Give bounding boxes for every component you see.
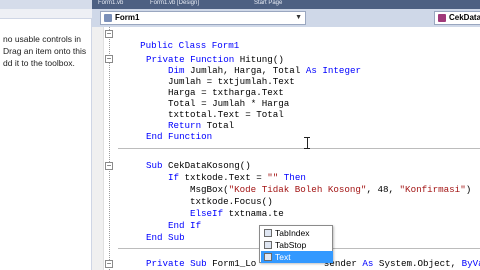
text-cursor-icon <box>304 137 310 149</box>
editor-margin <box>92 27 104 270</box>
procedure-separator <box>118 148 480 149</box>
collapse-icon[interactable]: − <box>105 260 113 268</box>
code-token: txtkode.Focus() <box>190 196 273 207</box>
code-token: Jumlah, Harga, Total <box>184 65 306 76</box>
collapse-icon[interactable]: − <box>105 162 113 170</box>
toolbox-message-line: Drag an item onto this <box>3 46 87 56</box>
code-token: txtnama.te <box>223 208 284 219</box>
code-line: ElseIf txtnama.te <box>190 208 284 219</box>
code-token: System.Object, <box>373 258 462 269</box>
property-icon <box>264 229 272 237</box>
code-token: End If <box>168 220 202 231</box>
code-token: txttotal.Text = Total <box>168 109 284 120</box>
code-token: ByVal <box>461 258 480 269</box>
intellisense-item-selected[interactable]: Text <box>261 251 333 263</box>
code-navigation-bar: Form1 ▼ CekDataKosong <box>92 9 480 27</box>
code-token: As Integer <box>305 65 361 76</box>
code-token: Private Sub <box>146 258 207 269</box>
intellisense-item-label: TabIndex <box>275 228 310 238</box>
code-token: Then <box>278 172 306 183</box>
tab-start-page[interactable]: Start Page <box>250 0 320 8</box>
code-token: Sub <box>146 160 163 171</box>
code-line: Harga = txtharga.Text <box>168 87 284 98</box>
code-token: ElseIf <box>190 208 224 219</box>
code-line: txttotal.Text = Total <box>168 109 284 120</box>
code-line: Total = Jumlah * Harga <box>168 98 289 109</box>
code-line: If txtkode.Text = "" Then <box>168 172 306 183</box>
code-token: End Function <box>146 131 213 142</box>
collapse-icon[interactable]: − <box>105 55 113 63</box>
toolbox-strip <box>0 9 92 19</box>
code-token: If <box>168 172 180 183</box>
code-token: Total = Jumlah * Harga <box>168 98 290 109</box>
method-icon <box>438 14 446 22</box>
code-token: Form1_Lo <box>206 258 257 269</box>
code-token: MsgBox( <box>190 184 229 195</box>
code-line: MsgBox("Kode Tidak Boleh Kosong", 48, "K… <box>190 184 471 195</box>
intellisense-popup: TabIndex TabStop Text <box>259 225 333 263</box>
chevron-down-icon[interactable]: ▼ <box>295 12 302 24</box>
intellisense-item[interactable]: TabStop <box>261 239 333 251</box>
property-icon <box>264 253 272 261</box>
code-token: Public Class Form1 <box>140 40 240 51</box>
method-name-dropdown[interactable]: CekDataKosong <box>434 11 480 25</box>
code-line: Dim Jumlah, Harga, Total As Integer <box>168 65 361 76</box>
outline-guide <box>109 27 110 270</box>
code-token: End Sub <box>146 232 185 243</box>
tab-form1-code[interactable]: Form1.vb <box>94 0 142 8</box>
intellisense-item-label: TabStop <box>275 240 307 250</box>
code-token: Dim <box>168 65 185 76</box>
code-token: , 48, <box>366 184 400 195</box>
code-token: Jumlah = txtjumlah.Text <box>168 76 295 87</box>
toolbox-message-line: dd it to the toolbox. <box>3 58 75 68</box>
code-line: End Function <box>146 131 212 142</box>
class-icon <box>104 14 112 22</box>
tab-form1-design[interactable]: Form1.vb [Design] <box>146 0 246 8</box>
toolbox-header <box>0 0 92 9</box>
code-line: End If <box>168 220 201 231</box>
code-token: Harga = txtharga.Text <box>168 87 284 98</box>
code-line: Sub CekDataKosong() <box>146 160 251 171</box>
intellisense-item-label: Text <box>275 252 291 262</box>
code-line: End Sub <box>146 232 185 243</box>
code-line: Return Total <box>168 120 234 131</box>
class-name-value: Form1 <box>115 13 140 22</box>
property-icon <box>264 241 272 249</box>
code-line: txtkode.Focus() <box>190 196 273 207</box>
code-token: "Konfirmasi" <box>399 184 466 195</box>
code-token: "" <box>267 172 279 183</box>
code-token: As <box>362 258 374 269</box>
code-token: ) <box>465 184 472 195</box>
code-line: Private Function Hitung() <box>146 54 284 65</box>
code-token: Private Function <box>146 54 235 65</box>
code-token: Hitung() <box>234 54 284 65</box>
toolbox-message-line: no usable controls in <box>3 34 81 44</box>
code-line: Jumlah = txtjumlah.Text <box>168 76 295 87</box>
document-tab-strip: Form1.vb Form1.vb [Design] Start Page <box>92 0 480 9</box>
code-token: CekDataKosong() <box>162 160 251 171</box>
class-name-dropdown[interactable]: Form1 ▼ <box>100 11 306 25</box>
code-token: Return <box>168 120 202 131</box>
toolbox-empty-message: no usable controls in Drag an item onto … <box>3 33 91 69</box>
intellisense-item[interactable]: TabIndex <box>261 227 333 239</box>
collapse-icon[interactable]: − <box>105 30 113 38</box>
code-token: Total <box>201 120 235 131</box>
method-name-value: CekDataKosong <box>449 13 480 22</box>
toolbox-panel: no usable controls in Drag an item onto … <box>0 0 92 270</box>
code-token: txtkode.Text = <box>179 172 268 183</box>
code-token: "Kode Tidak Boleh Kosong" <box>228 184 367 195</box>
